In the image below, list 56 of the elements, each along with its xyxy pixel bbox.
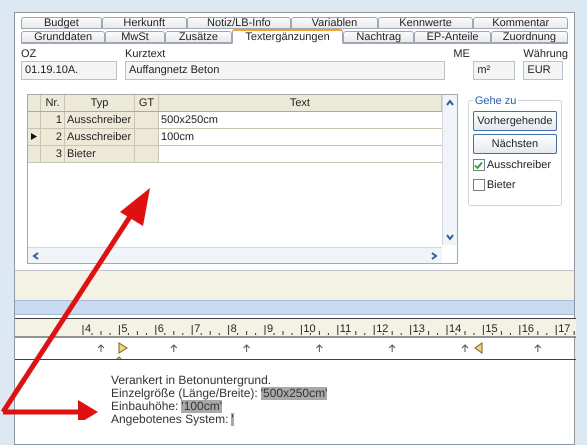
horizontal-scrollbar[interactable] — [15, 300, 574, 315]
input-field[interactable]: EUR — [523, 61, 564, 80]
tab[interactable]: Nachtrag — [343, 31, 414, 43]
check-icon — [474, 160, 484, 170]
tab[interactable]: MwSt — [105, 31, 165, 43]
table-cell: Bieter — [65, 146, 135, 162]
checkbox-label: Bieter — [486, 178, 516, 192]
field-value: '500x250cm' — [260, 387, 328, 400]
horizontal-scrollbar[interactable] — [28, 247, 442, 263]
field-label: ME — [453, 47, 471, 61]
input-field[interactable]: Auffangnetz Beton — [125, 61, 446, 80]
column-header[interactable]: Typ — [65, 95, 135, 111]
checkbox[interactable] — [472, 178, 485, 191]
document-text: Einzelgröße (Länge/Breite): — [111, 387, 258, 400]
table-cell-text: 100cm — [160, 130, 196, 145]
field-value: '100cm' — [181, 400, 222, 413]
nav-button[interactable]: Vorhergehende — [472, 111, 557, 131]
scroll-left-icon[interactable] — [31, 250, 41, 260]
input-field[interactable]: m² — [473, 61, 516, 80]
document-text: Verankert in Betonuntergrund. — [111, 374, 272, 387]
field-label: Währung — [523, 47, 568, 61]
ruler-drawing: 4 5 6 7 8 9 10 11 12 13 14 15 16 17 — [15, 318, 576, 360]
nav-button[interactable]: Nächsten — [472, 134, 557, 154]
table-cell: 3 — [41, 146, 65, 162]
table-cell: Ausschreiber — [65, 129, 135, 145]
scroll-up-icon[interactable] — [444, 98, 455, 108]
row-indicator[interactable] — [28, 129, 41, 145]
scroll-down-icon[interactable] — [444, 232, 455, 242]
table-cell-text: 500x250cm — [160, 113, 219, 128]
tab[interactable]: Zuordnung — [490, 31, 568, 43]
tab[interactable]: Kommentar — [473, 17, 568, 29]
tab[interactable]: Kennwerte — [378, 17, 474, 29]
tab[interactable]: Notiz/LB-Info — [186, 17, 292, 29]
tab[interactable]: Zusätze — [164, 31, 232, 43]
tab[interactable]: Textergänzungen — [232, 29, 344, 44]
field-label: OZ — [21, 47, 38, 61]
vertical-scrollbar[interactable] — [442, 95, 457, 245]
field-value: ' — [231, 413, 234, 426]
tab[interactable]: EP-Anteile — [414, 31, 491, 43]
tab[interactable]: Budget — [21, 17, 102, 29]
table-cell: 2 — [41, 129, 65, 145]
tab[interactable]: Variablen — [291, 17, 378, 29]
column-header[interactable]: Nr. — [41, 95, 65, 111]
checkbox-label: Ausschreiber — [486, 158, 552, 173]
document-text: Angebotenes System: — [111, 413, 228, 426]
table-cell: Ausschreiber — [65, 112, 135, 128]
scroll-right-icon[interactable] — [428, 250, 439, 260]
input-field[interactable]: 01.19.10A. — [21, 61, 117, 80]
tab[interactable]: Grunddaten — [21, 31, 106, 43]
current-row-icon — [31, 133, 37, 140]
tab[interactable]: Herkunft — [102, 17, 187, 29]
column-header[interactable]: GT — [135, 95, 159, 111]
checkbox[interactable] — [472, 159, 485, 172]
document-text: Einbauhöhe: — [111, 400, 178, 413]
table-cell: 1 — [41, 112, 65, 128]
field-label: Kurztext — [125, 47, 166, 61]
